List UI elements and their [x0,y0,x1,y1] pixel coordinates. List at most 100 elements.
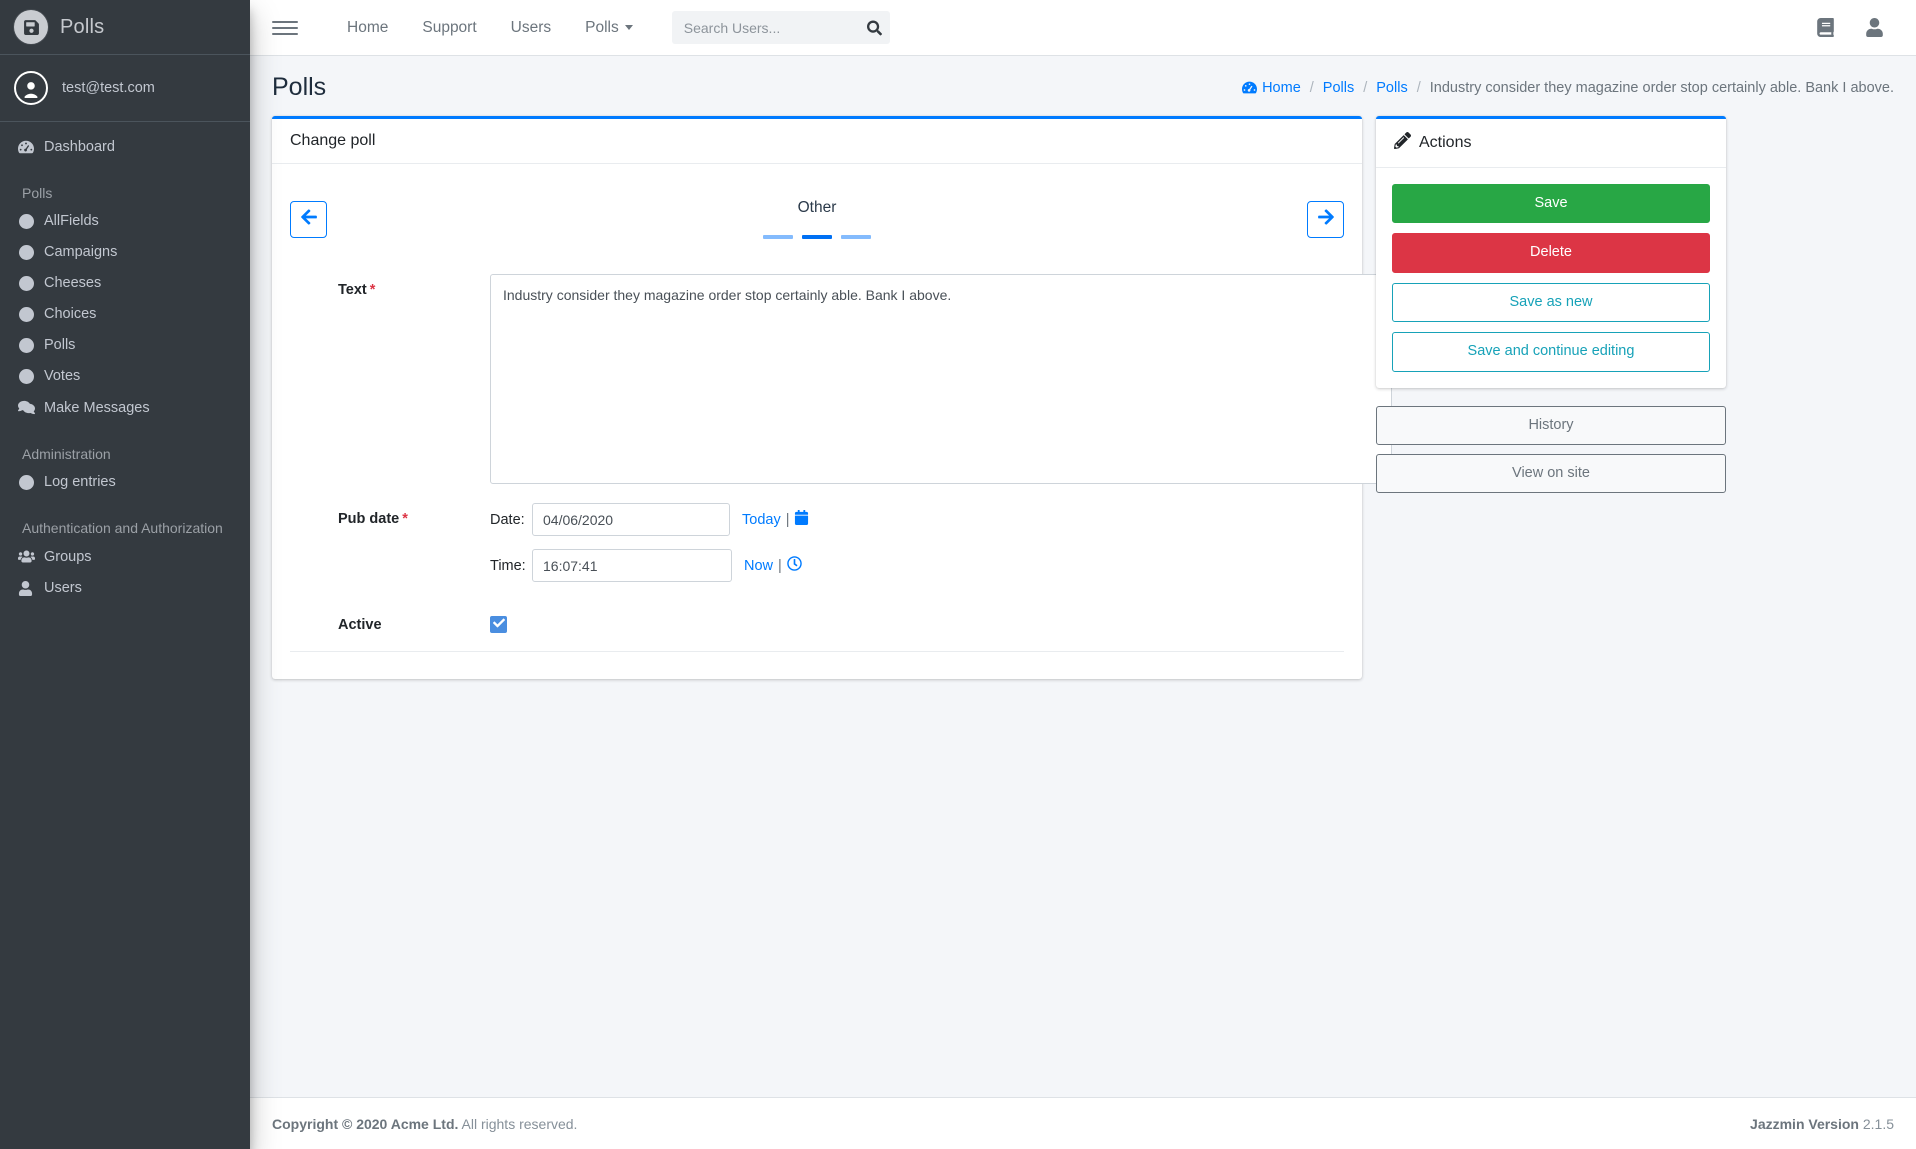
date-today-link[interactable]: Today [742,512,781,528]
calendar-icon[interactable] [794,510,809,529]
navbar-link-home[interactable]: Home [330,19,405,37]
date-helpers: Today | [742,510,809,529]
carousel-indicator-2[interactable] [841,235,871,239]
carousel-indicator-1[interactable] [802,235,832,239]
delete-button[interactable]: Delete [1392,233,1710,273]
circle-icon [18,244,44,260]
breadcrumb-home-label: Home [1262,79,1301,96]
user-panel[interactable]: test@test.com [0,55,250,122]
sidebar-item-campaigns[interactable]: Campaigns [8,237,242,267]
date-helper-separator: | [785,511,790,528]
sidebar-item-allfields[interactable]: AllFields [8,206,242,236]
save-button[interactable]: Save [1392,184,1710,224]
book-icon[interactable] [1816,18,1835,37]
user-icon[interactable] [1865,18,1884,37]
field-label-active: Active [338,617,382,633]
field-row-pub-date: Pub date* Date: Today | [290,503,1344,595]
clock-icon[interactable] [787,556,802,575]
breadcrumb-separator: / [1309,79,1314,96]
breadcrumb: Home / Polls / Polls / Industry consider… [1242,80,1894,96]
user-icon [18,580,44,596]
sidebar: Polls test@test.com Dashboard Polls AllF… [0,0,250,1149]
form-submit-row [290,651,1344,679]
actions-card-header: Actions [1376,119,1726,168]
time-label: Time: [490,557,526,574]
admin-page: Polls test@test.com Dashboard Polls AllF… [0,0,1916,1149]
bars-icon[interactable] [272,15,298,41]
sidebar-item-polls[interactable]: Polls [8,330,242,360]
breadcrumb-separator: / [1416,79,1421,96]
breadcrumb-model[interactable]: Polls [1376,80,1407,96]
navbar-left: Home Support Users Polls [272,11,890,44]
sidebar-nav: Dashboard Polls AllFields Campaigns Chee… [0,122,250,603]
side-extra-buttons: History View on site [1376,405,1726,494]
sidebar-item-cheeses[interactable]: Cheeses [8,268,242,298]
change-form-body: Other Text * Industry consider they maga… [272,164,1392,633]
sidebar-item-choices[interactable]: Choices [8,299,242,329]
sidebar-item-log-entries[interactable]: Log entries [8,467,242,497]
breadcrumb-current: Industry consider they magazine order st… [1429,79,1894,96]
breadcrumb-app[interactable]: Polls [1323,80,1354,96]
navbar-link-support[interactable]: Support [405,19,493,37]
circle-icon [18,368,44,384]
text-textarea[interactable] [490,274,1392,484]
save-and-continue-button[interactable]: Save and continue editing [1392,332,1710,372]
save-as-new-button[interactable]: Save as new [1392,282,1710,323]
search-input[interactable] [671,11,890,44]
required-marker: * [369,282,376,298]
content-header: Polls Home / Polls / Polls / Industry co… [250,56,1916,116]
history-button[interactable]: History [1376,405,1726,445]
navbar-dropdown-polls-label: Polls [585,18,619,36]
time-now-link[interactable]: Now [744,558,773,574]
field-control-text [490,274,1392,489]
sidebar-item-label: AllFields [44,213,99,229]
sidebar-item-make-messages[interactable]: Make Messages [8,392,242,423]
sidebar-item-groups[interactable]: Groups [8,541,242,572]
brand-link[interactable]: Polls [0,0,250,55]
date-line: Date: Today | [490,503,1344,536]
sidebar-item-label: Cheeses [44,275,102,291]
field-label-text-value: Text [338,282,367,298]
sidebar-item-votes[interactable]: Votes [8,361,242,391]
footer-version: Jazzmin Version 2.1.5 [1750,1116,1894,1132]
required-marker: * [402,511,408,527]
circle-icon [18,337,44,353]
breadcrumb-home[interactable]: Home [1242,80,1301,96]
footer-version-label: Jazzmin Version [1750,1115,1859,1132]
search-box[interactable] [671,11,890,44]
pub-date-date-input[interactable] [532,503,730,536]
user-circle-icon [14,71,48,105]
search-icon[interactable] [866,20,882,36]
pub-date-time-input[interactable] [532,549,732,582]
navbar-right [1816,18,1898,37]
carousel-indicator-0[interactable] [763,235,793,239]
edit-square-icon [1394,132,1419,154]
navbar-dropdown-polls[interactable]: Polls [568,19,650,37]
sidebar-item-dashboard[interactable]: Dashboard [8,132,242,162]
time-helpers: Now | [744,556,802,575]
sidebar-item-label: Users [44,580,82,596]
sidebar-item-label: Dashboard [44,139,115,155]
carousel-next-button[interactable] [1307,200,1344,238]
actions-body: Save Delete Save as new Save and continu… [1376,168,1726,388]
navbar-link-users[interactable]: Users [494,19,568,37]
time-helper-separator: | [778,557,782,574]
field-label-pub-date-value: Pub date [338,511,400,527]
view-on-site-button[interactable]: View on site [1376,453,1726,494]
sidebar-item-label: Make Messages [44,399,150,416]
footer-copyright: Copyright © 2020 Acme Ltd. All rights re… [272,1116,577,1132]
user-email: test@test.com [62,80,155,96]
carousel-prev-button[interactable] [290,200,327,238]
field-row-active: Active [290,609,1344,633]
tachometer-icon [18,139,44,155]
active-checkbox[interactable] [490,616,507,633]
date-label: Date: [490,511,525,528]
circle-icon [18,306,44,322]
actions-card-title: Actions [1419,134,1472,151]
sidebar-item-users[interactable]: Users [8,573,242,603]
sidebar-section-header-polls: Polls [22,185,53,201]
footer-copyright-bold: Copyright © 2020 Acme Ltd. [272,1115,459,1132]
circle-icon [18,213,44,229]
